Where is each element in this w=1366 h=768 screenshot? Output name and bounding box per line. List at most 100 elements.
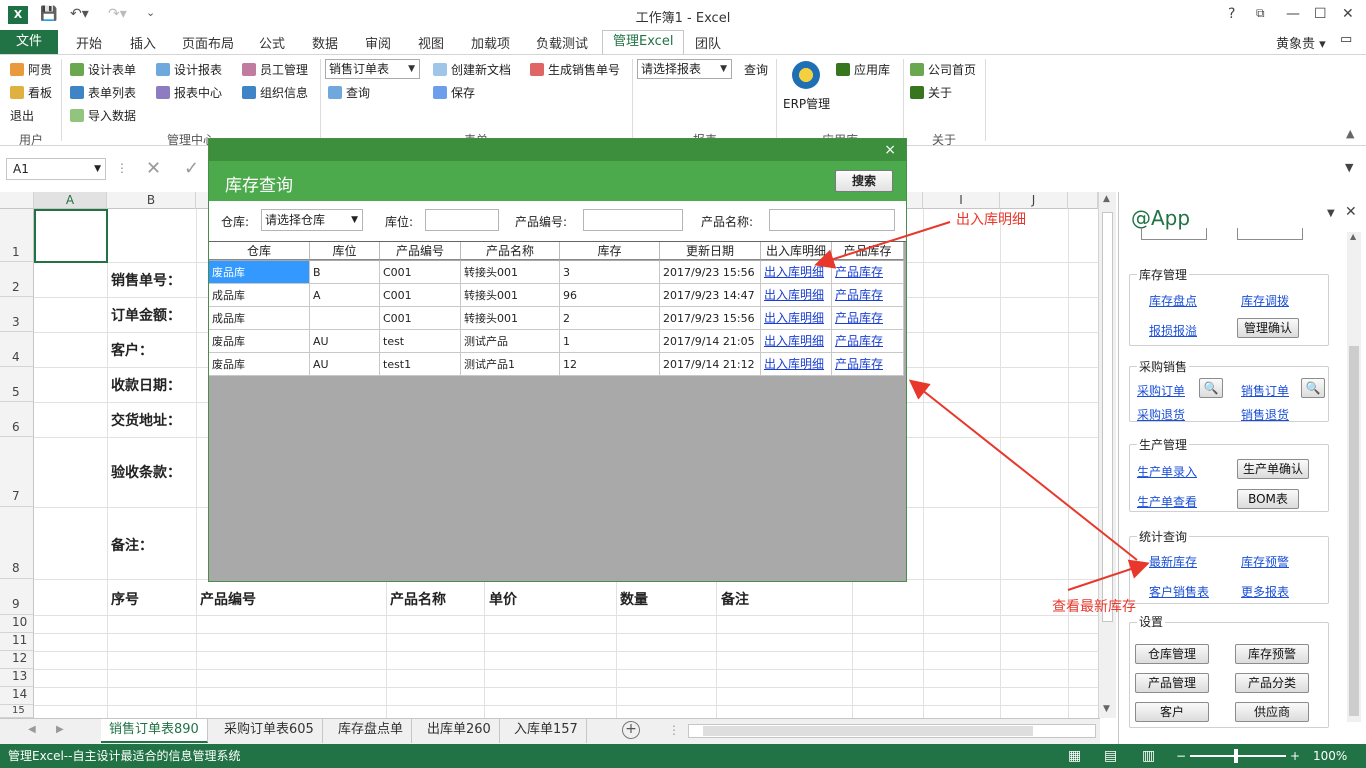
cell-product-code[interactable]: test [380,330,461,353]
warehouse-management-button[interactable]: 仓库管理 [1135,644,1209,664]
column-header-detail[interactable]: 出入库明细 [761,242,832,260]
user-avatar-icon[interactable]: ▭ [1340,32,1352,47]
row-header[interactable]: 5 [0,367,34,402]
cell-detail-link[interactable]: 出入库明细 [761,307,832,330]
tab-manage-excel[interactable]: 管理Excel [602,30,685,54]
page-break-view-icon[interactable]: ▥ [1142,744,1155,768]
production-entry-link[interactable]: 生产单录入 [1137,463,1197,480]
purchase-search-icon[interactable]: 🔍 [1199,378,1223,398]
row-header[interactable]: 8 [0,507,34,579]
product-code-input[interactable] [583,209,683,231]
erp-management-button[interactable]: ERP管理 [783,95,830,112]
zoom-out-icon[interactable]: − [1176,744,1186,768]
warehouse-select[interactable]: 请选择仓库 ▼ [261,209,363,231]
row-header[interactable]: 7 [0,437,34,507]
cell-warehouse[interactable]: 成品库 [209,307,310,330]
cell-product-stock-link[interactable]: 产品库存 [832,284,904,307]
zoom-level[interactable]: 100% [1313,744,1347,768]
column-header-a[interactable]: A [34,192,107,209]
manage-confirm-button[interactable]: 管理确认 [1237,318,1299,338]
generate-sales-number-button[interactable]: 生成销售单号 [530,61,620,78]
production-view-link[interactable]: 生产单查看 [1137,493,1197,510]
stock-warning-button[interactable]: 库存预警 [1235,644,1309,664]
report-select[interactable]: 请选择报表 ▼ [637,59,732,79]
row-header[interactable]: 4 [0,332,34,367]
column-header-warehouse[interactable]: 仓库 [209,242,310,260]
cell-product-name[interactable]: 转接头001 [461,307,560,330]
customer-button[interactable]: 客户 [1135,702,1209,722]
tab-splitter-icon[interactable]: ⋮ [668,723,680,737]
dialog-title-bar[interactable] [209,139,906,161]
name-box[interactable]: A1 ▼ [6,158,106,180]
tab-data[interactable]: 数据 [312,33,338,52]
form-query-button[interactable]: 查询 [328,84,370,101]
kanban-button[interactable]: 看板 [10,84,52,101]
dialog-close-icon[interactable]: × [884,142,896,158]
column-header-location[interactable]: 库位 [310,242,380,260]
column-header-product-name[interactable]: 产品名称 [461,242,560,260]
report-center-button[interactable]: 报表中心 [156,84,222,101]
form-list-button[interactable]: 表单列表 [70,84,136,101]
cell-warehouse[interactable]: 废品库 [209,330,310,353]
cancel-edit-icon[interactable]: ✕ [146,158,161,179]
purchase-order-link[interactable]: 采购订单 [1137,382,1185,399]
purchase-return-link[interactable]: 采购退货 [1137,406,1185,423]
about-button[interactable]: 关于 [910,84,952,101]
normal-view-icon[interactable]: ▦ [1068,744,1081,768]
cell-product-name[interactable]: 测试产品 [461,330,560,353]
sales-return-link[interactable]: 销售退货 [1241,406,1289,423]
app-library-button[interactable]: 应用库 [836,61,890,78]
tab-page-layout[interactable]: 页面布局 [182,33,234,52]
collapse-ribbon-icon[interactable]: ▲ [1346,127,1354,140]
user-name[interactable]: 黄象贵 ▾ [1276,33,1326,52]
latest-stock-link[interactable]: 最新库存 [1149,553,1197,570]
location-input[interactable] [425,209,499,231]
cell-stock[interactable]: 96 [560,284,660,307]
pane-scroll-up-icon[interactable]: ▲ [1350,232,1356,241]
add-sheet-icon[interactable]: + [622,721,640,739]
cell-update-date[interactable]: 2017/9/14 21:05 [660,330,761,353]
zoom-slider[interactable] [1190,755,1286,757]
cell-stock[interactable]: 1 [560,330,660,353]
user-agui-button[interactable]: 阿贵 [10,61,52,78]
cell-location[interactable]: AU [310,353,380,376]
cell-detail-link[interactable]: 出入库明细 [761,284,832,307]
column-header-i[interactable]: I [923,192,1000,209]
row-header[interactable]: 14 [0,687,34,705]
column-header-product-stock[interactable]: 产品库存 [832,242,904,260]
cell-warehouse[interactable]: 成品库 [209,284,310,307]
cell-product-code[interactable]: C001 [380,261,461,284]
sheet-tab-purchase-order[interactable]: 采购订单表605 [216,719,323,743]
cell-detail-link[interactable]: 出入库明细 [761,261,832,284]
page-layout-view-icon[interactable]: ▤ [1104,744,1117,768]
horizontal-scrollbar-thumb[interactable] [703,726,1033,736]
production-confirm-button[interactable]: 生产单确认 [1237,459,1309,479]
row-header[interactable]: 12 [0,651,34,669]
horizontal-scrollbar[interactable] [688,724,1096,738]
cell-product-stock-link[interactable]: 产品库存 [832,261,904,284]
scrollbar-thumb[interactable] [1102,212,1113,622]
tab-addins[interactable]: 加载项 [471,33,510,52]
column-header-update-date[interactable]: 更新日期 [660,242,761,260]
more-reports-link[interactable]: 更多报表 [1241,583,1289,600]
tab-file[interactable]: 文件 [0,30,58,54]
stock-warning-link[interactable]: 库存预警 [1241,553,1289,570]
scroll-tabs-right-icon[interactable]: ▶ [56,724,64,735]
stock-transfer-link[interactable]: 库存调拨 [1241,292,1289,309]
tab-review[interactable]: 审阅 [365,33,391,52]
sheet-tab-outbound[interactable]: 出库单260 [419,719,500,743]
scroll-up-icon[interactable]: ▲ [1103,194,1110,204]
cell-stock[interactable]: 3 [560,261,660,284]
expand-formula-icon[interactable]: ▼ [1345,161,1353,174]
design-form-button[interactable]: 设计表单 [70,61,136,78]
cell-product-stock-link[interactable]: 产品库存 [832,330,904,353]
pane-scrollbar-thumb[interactable] [1349,346,1359,716]
active-cell-a1[interactable] [34,209,108,263]
report-query-button[interactable]: 查询 [744,61,768,78]
cell-product-code[interactable]: C001 [380,284,461,307]
sales-order-link[interactable]: 销售订单 [1241,382,1289,399]
create-document-button[interactable]: 创建新文档 [433,61,511,78]
cell-update-date[interactable]: 2017/9/23 15:56 [660,261,761,284]
cell-product-code[interactable]: test1 [380,353,461,376]
cell-update-date[interactable]: 2017/9/23 15:56 [660,307,761,330]
